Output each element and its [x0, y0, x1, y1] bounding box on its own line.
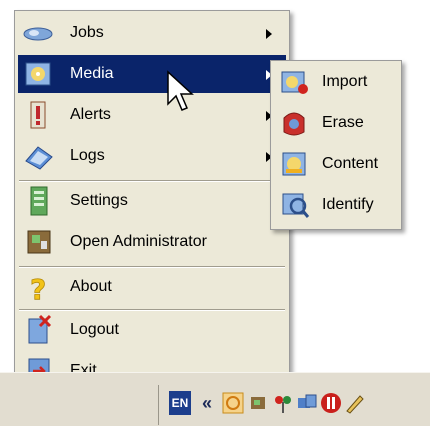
submenu-item-import[interactable]: Import — [274, 63, 398, 101]
show-hidden-icons-button[interactable]: « — [195, 391, 219, 415]
submenu-arrow-icon — [266, 29, 272, 39]
language-indicator[interactable]: EN — [169, 391, 191, 415]
devices-icon[interactable] — [295, 391, 319, 415]
menu-item-open-administrator[interactable]: Open Administrator — [18, 223, 286, 261]
logout-icon — [22, 311, 56, 349]
menu-item-label: Open Administrator — [70, 233, 207, 250]
submenu-item-erase[interactable]: Erase — [274, 104, 398, 142]
menu-item-media[interactable]: Media — [18, 55, 286, 93]
about-icon: ? — [22, 268, 56, 307]
content-icon — [278, 145, 312, 183]
import-icon — [278, 63, 312, 101]
menu-item-jobs[interactable]: Jobs — [18, 14, 286, 52]
menu-item-label: Media — [70, 65, 114, 82]
menu-item-logout[interactable]: Logout — [18, 311, 286, 349]
administrator-icon — [22, 223, 56, 261]
settings-icon — [22, 182, 56, 220]
network-icon[interactable] — [247, 391, 271, 415]
menu-item-label: Logout — [70, 321, 119, 338]
app-red-icon[interactable] — [319, 391, 343, 415]
taskbar: EN « — [0, 372, 430, 426]
tray-context-menu: Jobs Media Alerts Logs Settings Open Adm… — [14, 10, 290, 395]
svg-text:?: ? — [30, 273, 46, 306]
logs-icon — [22, 137, 56, 175]
identify-icon — [278, 186, 312, 224]
media-icon — [22, 55, 56, 93]
submenu-item-content[interactable]: Content — [274, 145, 398, 183]
submenu-item-label: Import — [322, 73, 368, 90]
submenu-item-identify[interactable]: Identify — [274, 186, 398, 224]
menu-item-label: Jobs — [70, 24, 104, 41]
menu-item-settings[interactable]: Settings — [18, 182, 286, 220]
menu-item-label: Alerts — [70, 106, 111, 123]
jobs-icon — [22, 14, 56, 52]
menu-item-alerts[interactable]: Alerts — [18, 96, 286, 134]
menu-item-label: Settings — [70, 192, 128, 209]
pen-icon[interactable] — [343, 391, 367, 415]
menu-item-about[interactable]: ? About — [18, 268, 286, 307]
menu-item-label: About — [70, 278, 112, 295]
submenu-item-label: Identify — [322, 196, 374, 213]
submenu-item-label: Content — [322, 155, 379, 172]
plug-icon[interactable] — [271, 391, 295, 415]
media-submenu: Import Erase Content Identify — [270, 60, 402, 230]
mouse-cursor-icon — [167, 70, 194, 111]
clock-icon[interactable] — [221, 391, 245, 415]
menu-item-logs[interactable]: Logs — [18, 137, 286, 175]
erase-icon — [278, 104, 312, 142]
alerts-icon — [22, 96, 56, 134]
system-tray: EN « — [158, 385, 430, 425]
submenu-item-label: Erase — [322, 114, 364, 131]
menu-item-label: Logs — [70, 147, 105, 164]
